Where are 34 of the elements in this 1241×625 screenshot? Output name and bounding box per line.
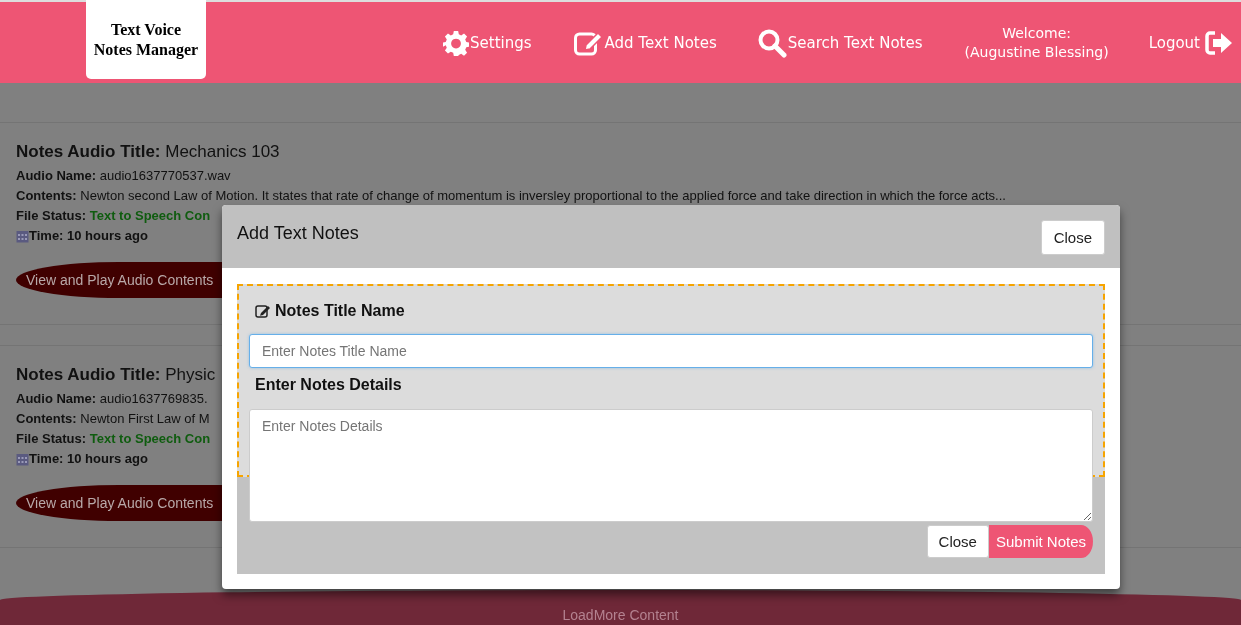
edit-icon: [573, 29, 604, 56]
settings-icon: [443, 29, 470, 56]
edit-icon: [255, 304, 271, 318]
note-contents: Contents: Newton First Law of M: [16, 410, 210, 428]
calendar-icon: [16, 452, 29, 466]
nav-link[interactable]: Add Text Notes: [573, 29, 717, 56]
note-title: Notes Audio Title: Physic: [16, 364, 216, 386]
audio-name: Audio Name: audio1637769835.: [16, 390, 208, 408]
file-status: File Status: Text to Speech Con: [16, 207, 211, 225]
note-time: Time: 10 hours ago: [29, 450, 148, 468]
logout-icon: [1205, 30, 1233, 55]
close-button[interactable]: Close: [1040, 220, 1105, 255]
nav-link[interactable]: Settings: [443, 29, 532, 56]
nav-link[interactable]: Search Text Notes: [756, 27, 923, 58]
note-time: Time: 10 hours ago: [29, 227, 148, 245]
close-button[interactable]: Close: [926, 525, 989, 558]
welcome-text: Welcome: (Augustine Blessing): [964, 23, 1109, 62]
load-more-button[interactable]: LoadMore Content: [0, 590, 1241, 625]
audio-name: Audio Name: audio1637770537.wav: [16, 167, 231, 185]
play-audio-button[interactable]: View and Play Audio Contents: [16, 485, 222, 521]
details-input[interactable]: Enter Notes Details: [249, 409, 1093, 522]
note-contents: Contents: Newton second Law of Motion. It states that rate of change of momentum is inversley proportional to the applied force and take direction in which the force acts...: [16, 187, 1006, 205]
title-input[interactable]: Enter Notes Title Name: [249, 334, 1093, 368]
field-label: Enter Notes Details: [255, 376, 403, 394]
note-title: Notes Audio Title: Mechanics 103: [16, 141, 280, 163]
app-logo[interactable]: Text Voice Notes Manager: [86, 0, 206, 79]
file-status: File Status: Text to Speech Con: [16, 430, 211, 448]
search-icon: [756, 27, 787, 58]
calendar-icon: [16, 229, 29, 243]
field-label: Notes Title Name: [255, 302, 1093, 320]
play-audio-button[interactable]: View and Play Audio Contents: [16, 262, 222, 298]
modal-title: Add Text Notes: [237, 223, 359, 244]
logout-link[interactable]: Logout: [1148, 30, 1233, 55]
submit-button[interactable]: Submit Notes: [988, 525, 1093, 558]
